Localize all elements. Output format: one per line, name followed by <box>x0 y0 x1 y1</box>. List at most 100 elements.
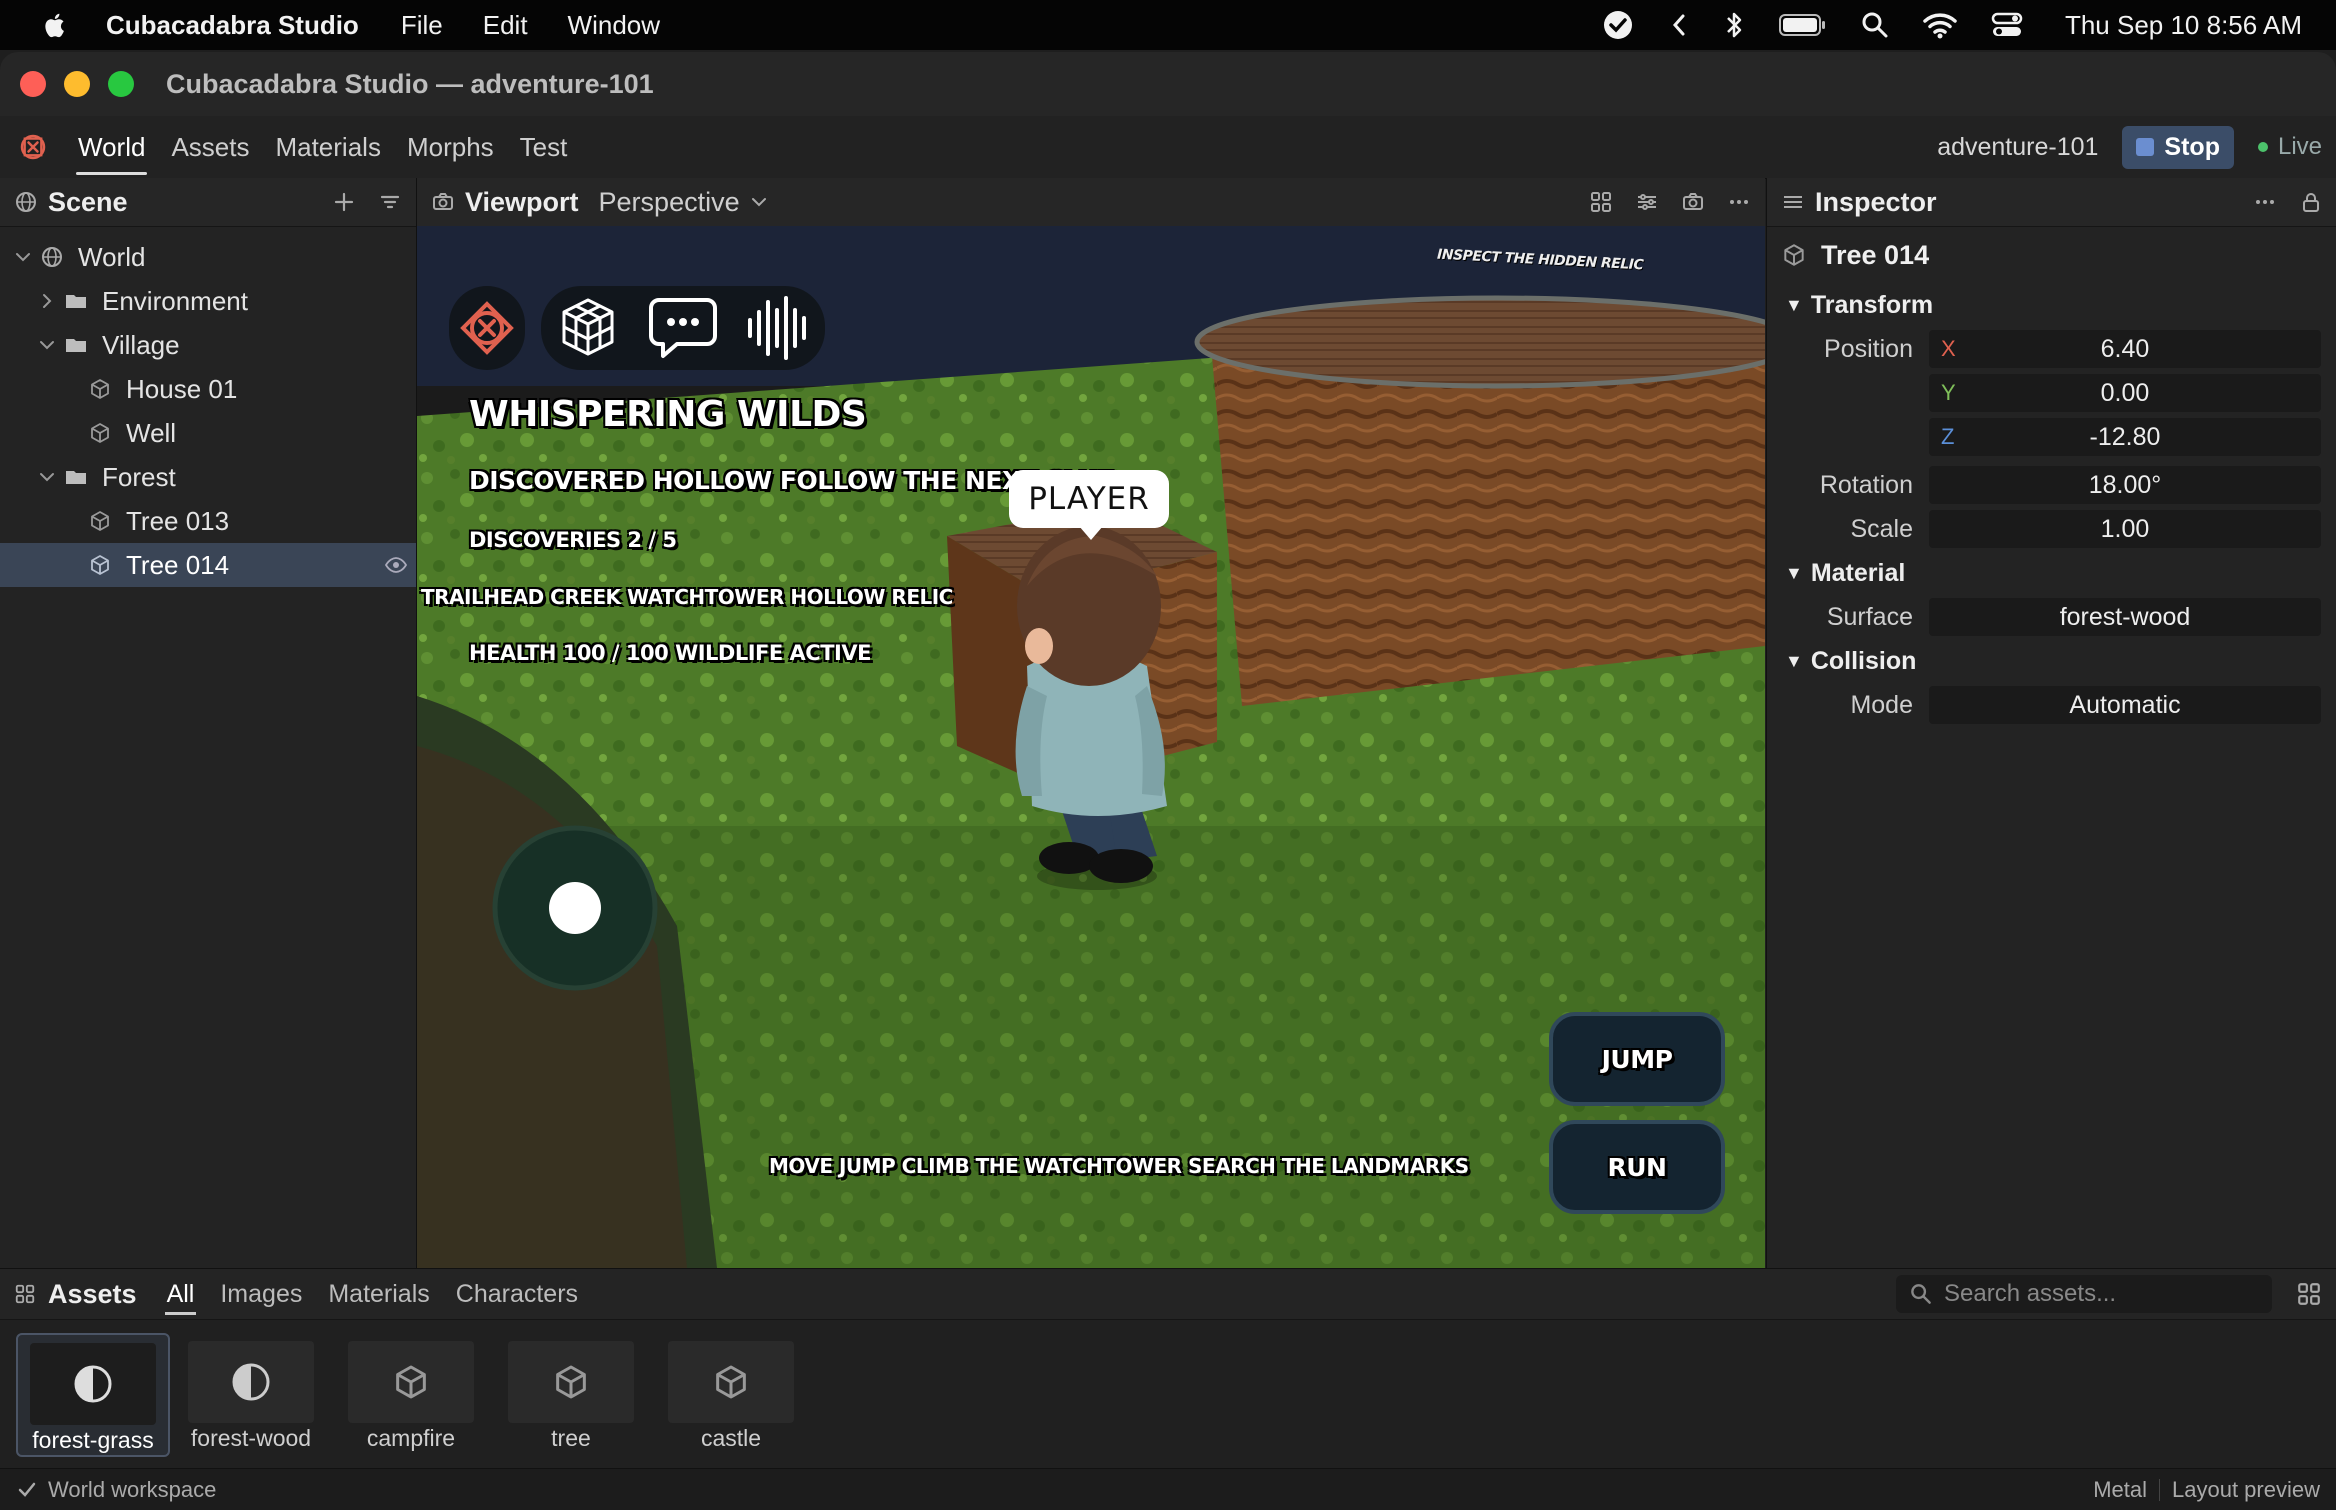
tree-item-forest[interactable]: Forest <box>0 455 416 499</box>
menu-app-name[interactable]: Cubacadabra Studio <box>106 10 359 41</box>
run-label: RUN <box>1607 1152 1667 1182</box>
more-icon[interactable] <box>1727 190 1751 214</box>
control-center-icon[interactable] <box>1991 11 2023 39</box>
battery-icon[interactable] <box>1778 13 1827 37</box>
tree-item-environment[interactable]: Environment <box>0 279 416 323</box>
add-icon[interactable] <box>332 190 356 214</box>
material-section[interactable]: ▼ Material <box>1785 551 2336 595</box>
perspective-dropdown[interactable]: Perspective <box>599 187 770 218</box>
chat-icon[interactable] <box>645 292 721 364</box>
chevron-down-icon[interactable] <box>12 246 34 268</box>
viewport-title: Viewport <box>465 186 579 217</box>
asset-search[interactable]: Search assets... <box>1896 1275 2272 1313</box>
grid-view-icon[interactable] <box>2296 1281 2322 1307</box>
chevron-left-icon[interactable] <box>1669 10 1689 40</box>
transform-section[interactable]: ▼ Transform <box>1785 283 2336 327</box>
project-name[interactable]: adventure-101 <box>1937 133 2098 162</box>
status-preview: Layout preview <box>2172 1477 2320 1502</box>
tree-item-world[interactable]: World <box>0 235 416 279</box>
position-y-field[interactable]: Y 0.00 <box>1929 374 2321 412</box>
zoom-window-button[interactable] <box>108 71 134 97</box>
game-view[interactable]: INSPECT THE HIDDEN RELIC WHISPERING WILD… <box>417 226 1765 1268</box>
stop-button[interactable]: Stop <box>2122 125 2234 169</box>
asset-tile-forest-wood[interactable]: forest-wood <box>176 1333 326 1453</box>
assets-tab-all[interactable]: All <box>164 1280 197 1315</box>
surface-field[interactable]: forest-wood <box>1929 598 2321 636</box>
lock-icon[interactable] <box>2299 190 2323 214</box>
asset-label: forest-grass <box>32 1427 154 1453</box>
menu-file[interactable]: File <box>401 10 443 41</box>
minimize-window-button[interactable] <box>64 71 90 97</box>
snapshot-camera-icon[interactable] <box>1681 190 1705 214</box>
tree-item-well[interactable]: Well <box>0 411 416 455</box>
search-icon <box>1911 1284 1931 1304</box>
wifi-icon[interactable] <box>1923 11 1957 39</box>
cube-icon <box>396 1365 426 1399</box>
position-z-row: Z -12.80 <box>1767 415 2336 459</box>
tab-world[interactable]: World <box>75 118 148 177</box>
position-label: Position <box>1824 334 1913 363</box>
menu-window[interactable]: Window <box>568 10 660 41</box>
scene-tree: World Environment Village House 01 Well <box>0 235 416 587</box>
assets-tab-images[interactable]: Images <box>220 1280 302 1309</box>
jump-button[interactable]: JUMP <box>1549 1012 1725 1106</box>
tree-item-label: Village <box>102 329 180 360</box>
waveform-icon[interactable] <box>742 292 814 364</box>
asset-tile-forest-grass[interactable]: forest-grass <box>16 1333 170 1457</box>
camera-icon <box>433 193 453 210</box>
search-icon[interactable] <box>1861 11 1889 39</box>
cubes-icon[interactable] <box>552 292 624 364</box>
filter-icon[interactable] <box>378 190 402 214</box>
tab-test[interactable]: Test <box>520 118 568 177</box>
collision-section[interactable]: ▼ Collision <box>1785 639 2336 683</box>
bluetooth-icon[interactable] <box>1723 9 1745 41</box>
surface-value: forest-wood <box>2059 602 2191 631</box>
tree-item-house-01[interactable]: House 01 <box>0 367 416 411</box>
eye-icon[interactable] <box>384 553 408 577</box>
tree-item-tree-013[interactable]: Tree 013 <box>0 499 416 543</box>
position-x-row: Position X 6.40 <box>1767 327 2336 371</box>
menu-edit[interactable]: Edit <box>483 10 528 41</box>
folder-icon <box>66 471 86 484</box>
tab-morphs[interactable]: Morphs <box>407 118 494 177</box>
asset-tile-tree[interactable]: tree <box>496 1333 646 1453</box>
tab-materials[interactable]: Materials <box>275 118 380 177</box>
tab-assets[interactable]: Assets <box>171 118 249 177</box>
close-window-button[interactable] <box>20 71 46 97</box>
position-x-field[interactable]: X 6.40 <box>1929 330 2321 368</box>
cube-icon <box>91 555 109 575</box>
inspector-panel: Inspector Tree 014 ▼ Transform Position X… <box>1766 178 2336 1268</box>
assets-tab-materials[interactable]: Materials <box>328 1280 429 1309</box>
chevron-down-icon[interactable] <box>36 466 58 488</box>
chevron-right-icon[interactable] <box>36 290 58 312</box>
folder-icon <box>66 295 86 308</box>
hud-help: MOVE JUMP CLIMB THE WATCHTOWER SEARCH TH… <box>769 1154 1469 1178</box>
title-bar: Cubacadabra Studio — adventure-101 <box>0 52 2336 116</box>
scene-panel: Scene World Environment Village House 01… <box>0 178 417 1268</box>
more-icon[interactable] <box>2253 190 2277 214</box>
hud-landmarks: TRAILHEAD CREEK WATCHTOWER HOLLOW RELIC <box>421 585 953 609</box>
apple-icon[interactable] <box>38 8 72 42</box>
mode-field[interactable]: Automatic <box>1929 686 2321 724</box>
disclosure-triangle-icon: ▼ <box>1785 650 1803 671</box>
checkmark-status-icon[interactable] <box>1601 8 1635 42</box>
rotation-field[interactable]: 18.00° <box>1929 466 2321 504</box>
tree-item-village[interactable]: Village <box>0 323 416 367</box>
scale-row: Scale 1.00 <box>1767 507 2336 551</box>
tree-item-tree-014[interactable]: Tree 014 <box>0 543 416 587</box>
hud-close-button[interactable] <box>449 286 525 370</box>
asset-tile-castle[interactable]: castle <box>656 1333 806 1453</box>
position-z-field[interactable]: Z -12.80 <box>1929 418 2321 456</box>
menu-clock[interactable]: Thu Sep 10 8:56 AM <box>2065 10 2302 41</box>
assets-tab-characters[interactable]: Characters <box>456 1280 578 1309</box>
grid-icon[interactable] <box>1589 190 1613 214</box>
close-circle-icon <box>460 301 514 355</box>
run-button[interactable]: RUN <box>1549 1120 1725 1214</box>
position-y-value: 0.00 <box>2100 378 2150 407</box>
half-circle-icon <box>74 1365 112 1403</box>
chevron-down-icon[interactable] <box>36 334 58 356</box>
scale-field[interactable]: 1.00 <box>1929 510 2321 548</box>
sliders-icon[interactable] <box>1635 190 1659 214</box>
transform-label: Transform <box>1810 290 1934 319</box>
asset-tile-campfire[interactable]: campfire <box>336 1333 486 1453</box>
